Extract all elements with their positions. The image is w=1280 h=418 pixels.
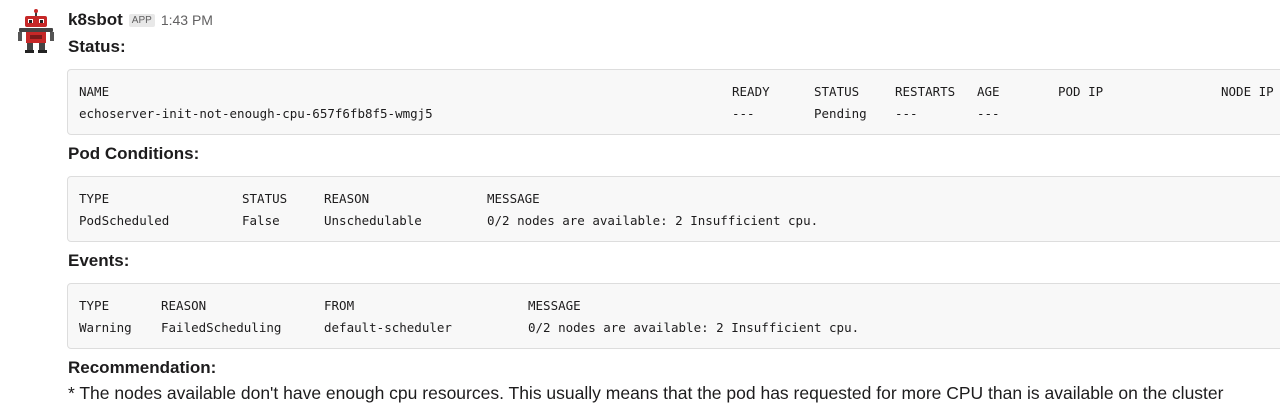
- message-timestamp[interactable]: 1:43 PM: [161, 12, 213, 28]
- restarts-cell: ---: [895, 106, 918, 121]
- condition-type-cell: PodScheduled: [79, 213, 170, 228]
- pod-conditions-title: Pod Conditions:: [68, 144, 200, 163]
- column-header: MESSAGE: [487, 191, 540, 206]
- column-header: STATUS: [814, 84, 860, 99]
- table-header-row: TYPE REASON FROM MESSAGE: [68, 297, 1280, 315]
- column-header: NAME: [79, 84, 110, 99]
- recommendation-title: Recommendation:: [68, 358, 217, 377]
- column-header: MESSAGE: [528, 298, 581, 313]
- pod-name-cell: echoserver-init-not-enough-cpu-657f6fb8f…: [79, 106, 433, 121]
- event-type-cell: Warning: [79, 320, 132, 335]
- event-message-cell: 0/2 nodes are available: 2 Insufficient …: [528, 320, 860, 335]
- ready-cell: ---: [732, 106, 755, 121]
- column-header: FROM: [324, 298, 355, 313]
- column-header: TYPE: [79, 298, 110, 313]
- events-title: Events:: [68, 251, 130, 270]
- status-table: NAME READY STATUS RESTARTS AGE POD IP NO…: [67, 69, 1280, 135]
- pod-conditions-table: TYPE STATUS REASON MESSAGE PodScheduled …: [67, 176, 1280, 242]
- bot-name[interactable]: k8sbot: [68, 10, 123, 30]
- recommendation-text: * The nodes available don't have enough …: [68, 383, 1224, 403]
- app-badge: APP: [128, 14, 155, 27]
- event-from-cell: default-scheduler: [324, 320, 452, 335]
- column-header: REASON: [161, 298, 207, 313]
- condition-reason-cell: Unschedulable: [324, 213, 422, 228]
- table-header-row: TYPE STATUS REASON MESSAGE: [68, 190, 1280, 208]
- condition-status-cell: False: [242, 213, 280, 228]
- age-cell: ---: [977, 106, 1000, 121]
- table-row: PodScheduled False Unschedulable 0/2 nod…: [68, 212, 1280, 230]
- column-header: STATUS: [242, 191, 288, 206]
- message-header: k8sbot APP 1:43 PM: [68, 10, 213, 32]
- column-header: REASON: [324, 191, 370, 206]
- robot-icon: [18, 9, 54, 53]
- column-header: RESTARTS: [895, 84, 956, 99]
- condition-message-cell: 0/2 nodes are available: 2 Insufficient …: [487, 213, 819, 228]
- events-table: TYPE REASON FROM MESSAGE Warning FailedS…: [67, 283, 1280, 349]
- event-reason-cell: FailedScheduling: [161, 320, 282, 335]
- table-row: echoserver-init-not-enough-cpu-657f6fb8f…: [68, 105, 1280, 123]
- status-cell: Pending: [814, 106, 867, 121]
- column-header: AGE: [977, 84, 1000, 99]
- column-header: TYPE: [79, 191, 110, 206]
- column-header: NODE IP: [1221, 84, 1274, 99]
- column-header: READY: [732, 84, 770, 99]
- bot-avatar[interactable]: [16, 9, 56, 53]
- table-row: Warning FailedScheduling default-schedul…: [68, 319, 1280, 337]
- column-header: POD IP: [1058, 84, 1104, 99]
- status-title: Status:: [68, 37, 126, 56]
- table-header-row: NAME READY STATUS RESTARTS AGE POD IP NO…: [68, 83, 1280, 101]
